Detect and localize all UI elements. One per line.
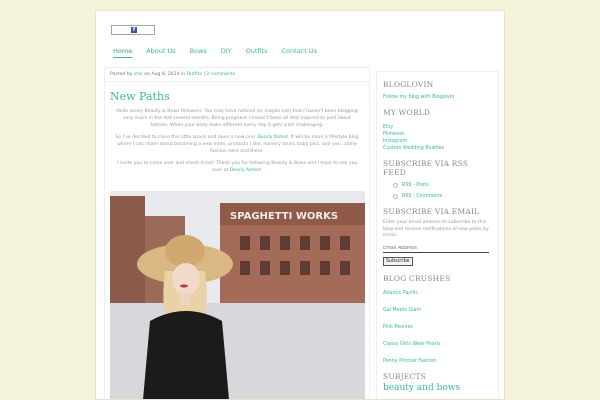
rss-title: SUBSCRIBE VIA RSS FEED xyxy=(383,159,469,177)
sidebar: BLOGLOVIN Follow my blog with Bloglovin … xyxy=(376,71,499,399)
meta-separator: | xyxy=(203,72,206,77)
rss-icon xyxy=(393,183,398,188)
subscribe-button[interactable]: Subscribe xyxy=(383,256,413,266)
instagram-link[interactable]: Instagram xyxy=(383,139,492,144)
rss-icon xyxy=(393,194,398,199)
post-date: on Aug 8, 2014 in xyxy=(144,72,186,77)
etsy-link[interactable]: Etsy xyxy=(383,125,492,130)
facebook-icon[interactable]: f xyxy=(131,27,137,33)
nav-outfits[interactable]: Outfits xyxy=(246,47,268,58)
facebook-like-box[interactable]: f xyxy=(111,25,155,35)
email-subscribe-title: SUBSCRIBE VIA EMAIL xyxy=(383,207,480,216)
crush-link-classy-girls[interactable]: Classy Girls Wear Pearls xyxy=(383,342,492,347)
email-subscribe-text: Enter your email address to subscribe to… xyxy=(383,220,489,238)
crush-link-atlantic-pacific[interactable]: Atlantic Pacific xyxy=(383,291,492,296)
dearly-noted-link-2[interactable]: Dearly Noted xyxy=(230,168,260,173)
my-world-title: MY WORLD xyxy=(383,108,431,117)
photo-illustration: SPAGHETTI WORKS xyxy=(110,191,365,399)
rss-comments-link[interactable]: RSS - Comments xyxy=(402,194,442,199)
post-paragraph-3: I invite you to come over and check it o… xyxy=(115,160,359,174)
pinterest-link[interactable]: Pinterest xyxy=(383,132,492,137)
photo-sign-text: SPAGHETTI WORKS xyxy=(230,211,338,222)
page-container: f search▼ Home About Us Bows DIY Outfits… xyxy=(95,10,505,400)
nav-diy[interactable]: DIY xyxy=(221,47,232,58)
post-article: Posted by star on Aug 8, 2014 in Outfits… xyxy=(104,67,370,399)
nav-about-us[interactable]: About Us xyxy=(146,47,175,58)
main-nav: Home About Us Bows DIY Outfits Contact U… xyxy=(113,47,331,58)
blog-crushes-title: BLOG CRUSHES xyxy=(383,273,451,283)
nav-home[interactable]: Home xyxy=(113,47,133,58)
subject-tag-beauty-and-bows[interactable]: beauty and bows xyxy=(383,383,492,393)
category-link[interactable]: Outfits xyxy=(187,72,202,77)
crush-link-pink-peonies[interactable]: Pink Peonies xyxy=(383,325,492,330)
post-paragraph-2: So I've decided to close this little spa… xyxy=(115,134,359,155)
nav-contact-us[interactable]: Contact Us xyxy=(282,47,318,58)
bloglovin-title: BLOGLOVIN xyxy=(383,80,434,89)
email-field[interactable] xyxy=(383,244,489,253)
custom-wedding-bowties-link[interactable]: Custom Wedding Bowties xyxy=(383,146,492,151)
bloglovin-follow-link[interactable]: Follow my blog with Bloglovin xyxy=(383,95,492,100)
rss-posts-item[interactable]: RSS - Posts xyxy=(393,183,492,188)
post-title[interactable]: New Paths xyxy=(110,90,369,103)
subjects-title: SUBJECTS xyxy=(383,371,426,381)
crush-link-penny-pincher[interactable]: Penny Pincher Fashion xyxy=(383,359,492,364)
post-photo: SPAGHETTI WORKS xyxy=(110,191,365,399)
rss-posts-link[interactable]: RSS - Posts xyxy=(402,183,429,188)
dearly-noted-link-1[interactable]: Dearly Noted xyxy=(257,135,287,140)
nav-bows[interactable]: Bows xyxy=(190,47,207,58)
para3-text-b: ! xyxy=(260,168,262,173)
author-link[interactable]: star xyxy=(134,72,143,77)
meta-prefix: Posted by xyxy=(110,72,133,77)
comments-link[interactable]: 2 comments xyxy=(206,72,235,77)
crush-link-gal-meets-glam[interactable]: Gal Meets Glam xyxy=(383,308,492,313)
post-paragraph-1: Hello lovely Beauty & Bows followers. Yo… xyxy=(116,109,358,128)
post-meta: Posted by star on Aug 8, 2014 in Outfits… xyxy=(105,68,369,82)
para2-text-a: So I've decided to close this little spa… xyxy=(115,135,256,140)
rss-comments-item[interactable]: RSS - Comments xyxy=(393,194,492,199)
